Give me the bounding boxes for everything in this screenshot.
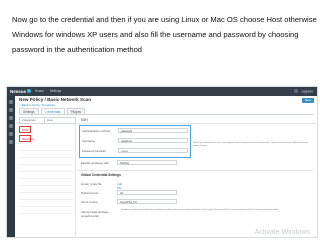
least-privilege-row: Attempt least privilege (experimental) E… (81, 209, 313, 218)
credential-settings-panel: SSH Authentication method password Usern… (77, 118, 317, 236)
shield-icon[interactable] (9, 140, 13, 144)
least-privilege-label: Attempt least privilege (experimental) (81, 210, 109, 218)
list-item[interactable] (19, 179, 73, 186)
client-version-label: Client version (81, 200, 98, 204)
list-item[interactable] (19, 207, 73, 214)
auth-method-select[interactable]: password (118, 128, 188, 133)
least-privilege-note: Enable this option to attempt least priv… (121, 209, 279, 211)
section-divider (77, 170, 313, 171)
left-icon-rail (7, 96, 15, 237)
list-item[interactable] (19, 158, 73, 165)
nav-scans[interactable]: Scans (35, 89, 44, 93)
auth-method-label: Authentication method (82, 129, 110, 133)
policy-icon[interactable] (9, 108, 13, 112)
caption-line-3: password in the authentication method (12, 45, 143, 54)
category-windows[interactable]: Windows (19, 135, 34, 142)
known-hosts-label: known_hosts file (81, 182, 102, 186)
plugin-icon[interactable] (9, 116, 13, 120)
port-field[interactable]: 22 (117, 190, 177, 195)
list-item[interactable] (19, 200, 73, 207)
logo-dot-icon (27, 89, 32, 93)
main-content: New Policy / Basic Network Scan < Back t… (15, 96, 317, 237)
caption-line-1: Now go to the credential and then if you… (12, 15, 317, 24)
list-item[interactable] (19, 151, 73, 158)
gear-icon[interactable] (9, 132, 13, 136)
list-item[interactable] (19, 193, 73, 200)
password-warning-note: Warning: credentials are sent unencrypte… (193, 142, 308, 147)
port-label: Preferred port (81, 191, 99, 195)
username-label: Username (82, 139, 95, 143)
list-item[interactable] (19, 165, 73, 172)
save-button[interactable]: Save (302, 98, 314, 103)
list-item[interactable] (19, 144, 73, 151)
category-label: Categories (19, 117, 45, 124)
nav-settings[interactable]: Settings (50, 89, 62, 93)
caption-line-2: Windows for windows XP users and also fi… (12, 30, 299, 39)
credential-category-list: SSH Windows (19, 124, 76, 236)
password-field[interactable]: •••••••• (118, 148, 188, 153)
list-item[interactable] (19, 172, 73, 179)
activate-windows-watermark: Activate Windows (254, 229, 310, 236)
folder-icon[interactable] (9, 100, 13, 104)
category-ssh[interactable]: SSH (19, 126, 31, 133)
client-version-field[interactable]: OpenSSH_5.0 (117, 199, 177, 204)
escalation-label: Elevate privileges with (81, 161, 109, 165)
tab-divider (19, 114, 313, 115)
instruction-caption: Now go to the credential and then if you… (12, 12, 317, 57)
bell-icon[interactable] (293, 89, 298, 93)
credential-header: SSH (77, 118, 317, 124)
category-select[interactable]: Host (44, 117, 76, 124)
page-title: New Policy / Basic Network Scan (19, 97, 91, 102)
top-right-area: sagrado (293, 89, 313, 94)
global-settings-title: Global Credential Settings (81, 173, 121, 177)
back-to-templates-link[interactable]: < Back to Policy Templates (19, 103, 55, 107)
list-item[interactable] (19, 186, 73, 193)
top-navigation-bar: Nessus Scans Settings sagrado (7, 87, 317, 96)
trash-icon[interactable] (9, 124, 13, 128)
top-nav: Scans Settings (35, 89, 66, 93)
nessus-logo[interactable]: Nessus (10, 89, 32, 94)
username-menu[interactable]: sagrado (301, 90, 313, 94)
authentication-fields-highlight: Authentication method password Username … (79, 125, 191, 158)
password-label: Password (unsafe!) (82, 149, 107, 153)
nessus-window: Nessus Scans Settings sagrado New Policy… (6, 86, 318, 238)
add-file-link[interactable]: Add File (117, 182, 122, 190)
username-field[interactable]: msfadmin (118, 138, 188, 143)
escalation-select[interactable]: Nothing (117, 160, 177, 165)
